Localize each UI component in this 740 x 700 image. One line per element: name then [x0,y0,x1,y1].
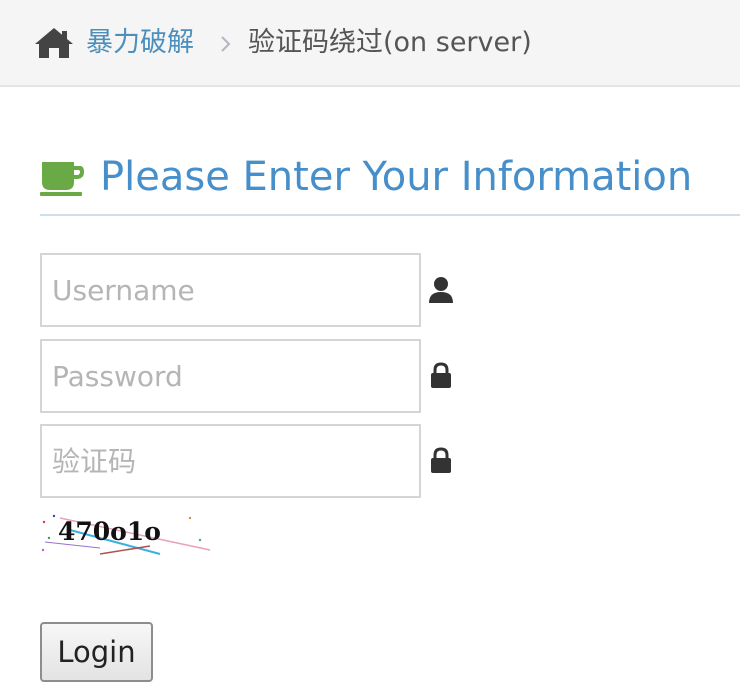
coffee-icon [40,162,84,196]
page-header: Please Enter Your Information [40,150,740,216]
captcha-text: 470o1o [58,517,161,546]
breadcrumb-current: 验证码绕过(on server) [248,27,532,58]
username-input[interactable] [40,253,421,327]
home-icon[interactable] [34,26,74,60]
chevron-right-icon [221,36,231,52]
password-input[interactable] [40,339,421,413]
lock-icon [431,447,451,473]
breadcrumb-bar: 暴力破解 验证码绕过(on server) [0,0,740,87]
captcha-image[interactable]: 470o1o [40,510,215,556]
breadcrumb-link-brute-force[interactable]: 暴力破解 [86,24,194,62]
user-icon [429,277,453,303]
lock-icon [431,362,451,388]
captcha-input[interactable] [40,424,421,498]
login-button[interactable]: Login [40,622,153,682]
page-title: Please Enter Your Information [100,154,693,200]
